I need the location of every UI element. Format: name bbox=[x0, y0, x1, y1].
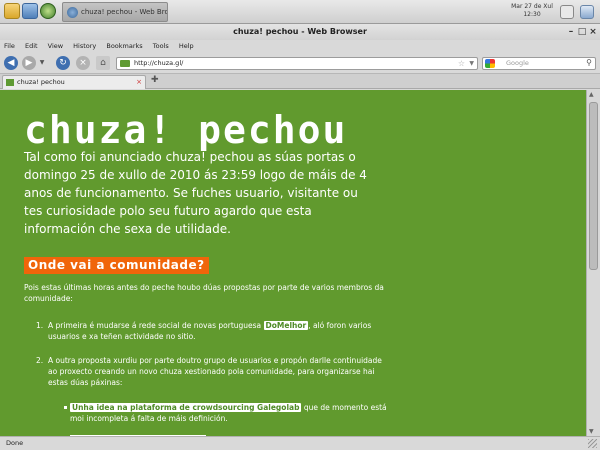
list-text-before: A primeira é mudarse á rede social de no… bbox=[48, 321, 264, 330]
taskbar-browser-task[interactable]: chuza! pechou - Web Bro... bbox=[62, 2, 168, 22]
url-dropdown-icon[interactable]: ▼ bbox=[469, 58, 474, 69]
tray-network-icon[interactable] bbox=[580, 5, 594, 19]
scroll-down-icon[interactable]: ▼ bbox=[589, 428, 594, 435]
forward-button[interactable]: ▶ bbox=[22, 56, 36, 70]
scrollbar-thumb[interactable] bbox=[589, 102, 598, 270]
search-bar[interactable]: Google ⚲ bbox=[482, 57, 596, 70]
page-lead: Tal como foi anunciado chuza! pechou as … bbox=[24, 150, 367, 236]
menu-edit[interactable]: Edit bbox=[25, 40, 38, 52]
section-heading: Onde vai a comunidade? bbox=[24, 257, 209, 274]
web-browser-icon[interactable] bbox=[40, 3, 56, 19]
menu-bar: File Edit View History Bookmarks Tools H… bbox=[0, 40, 600, 52]
list-item: 1. A primeira é mudarse á rede social de… bbox=[36, 320, 386, 342]
search-icon[interactable]: ⚲ bbox=[586, 57, 592, 68]
window-title: chuza! pechou - Web Browser bbox=[233, 27, 367, 36]
menu-bookmarks[interactable]: Bookmarks bbox=[106, 40, 142, 52]
galegolab-link[interactable]: Unha idea na plataforma de crowdsourcing… bbox=[70, 403, 302, 412]
file-manager-icon[interactable] bbox=[22, 3, 38, 19]
list-number: 2. bbox=[36, 356, 44, 365]
close-icon[interactable]: × bbox=[588, 27, 598, 37]
tab-favicon bbox=[6, 79, 14, 86]
bullet bbox=[64, 406, 67, 409]
status-text: Done bbox=[6, 439, 24, 447]
menu-tools[interactable]: Tools bbox=[153, 40, 169, 52]
home-button[interactable]: ⌂ bbox=[96, 56, 110, 70]
site-favicon bbox=[120, 60, 130, 67]
menu-file[interactable]: File bbox=[4, 40, 15, 52]
window-titlebar[interactable]: chuza! pechou - Web Browser – □ × bbox=[0, 24, 600, 40]
search-engine-icon[interactable] bbox=[485, 59, 495, 68]
url-bar[interactable]: http://chuza.gl/ ☆ ▼ bbox=[116, 57, 478, 70]
tab-label: chuza! pechou bbox=[17, 78, 65, 86]
sublist-item: Unha idea na plataforma de crowdsourcing… bbox=[64, 402, 400, 424]
stop-button[interactable]: × bbox=[76, 56, 90, 70]
new-tab-icon[interactable]: ✚ bbox=[151, 75, 159, 85]
scroll-up-icon[interactable]: ▲ bbox=[589, 91, 594, 98]
list-item: 2. A outra proposta xurdiu por parte dou… bbox=[36, 355, 386, 388]
bookmark-star-icon[interactable]: ☆ bbox=[458, 58, 465, 69]
taskbar: chuza! pechou - Web Bro... Mar 27 de Xul… bbox=[0, 0, 600, 24]
intro-paragraph: Pois estas últimas horas antes do peche … bbox=[24, 283, 384, 303]
search-placeholder: Google bbox=[506, 59, 529, 67]
page-title: chuza! pechou bbox=[24, 108, 348, 152]
navigation-toolbar: ◀ ▶ ▼ ↻ × ⌂ http://chuza.gl/ ☆ ▼ Google … bbox=[0, 52, 600, 74]
list-item-text: A outra proposta xurdiu por parte doutro… bbox=[48, 356, 382, 387]
list-item-text: A primeira é mudarse á rede social de no… bbox=[48, 320, 386, 342]
clock-date: Mar 27 de Xul bbox=[511, 3, 553, 10]
resize-grip-icon[interactable] bbox=[588, 439, 597, 448]
browser-task-icon bbox=[67, 7, 78, 18]
list-number: 1. bbox=[36, 321, 44, 330]
page-content: chuza! pechou Tal como foi anunciado chu… bbox=[0, 90, 586, 436]
clock-time: 12:30 bbox=[523, 11, 541, 18]
back-button[interactable]: ◀ bbox=[4, 56, 18, 70]
tab-close-icon[interactable]: × bbox=[136, 76, 142, 89]
url-text: http://chuza.gl/ bbox=[134, 59, 184, 67]
tab-chuza[interactable]: chuza! pechou × bbox=[2, 75, 146, 89]
history-dropdown-icon[interactable]: ▼ bbox=[38, 56, 46, 70]
reload-button[interactable]: ↻ bbox=[56, 56, 70, 70]
status-bar: Done bbox=[0, 436, 600, 450]
vertical-scrollbar[interactable]: ▲ ▼ bbox=[586, 90, 600, 436]
menu-view[interactable]: View bbox=[48, 40, 63, 52]
minimize-icon[interactable]: – bbox=[566, 27, 576, 37]
menu-history[interactable]: History bbox=[73, 40, 96, 52]
tab-bar: chuza! pechou × ✚ bbox=[0, 74, 600, 89]
menu-help[interactable]: Help bbox=[179, 40, 194, 52]
maximize-icon[interactable]: □ bbox=[577, 27, 587, 37]
home-folder-icon[interactable] bbox=[4, 3, 20, 19]
clock[interactable]: Mar 27 de Xul 12:30 bbox=[504, 3, 560, 19]
domelhor-link[interactable]: DoMelhor bbox=[263, 321, 309, 330]
taskbar-task-label: chuza! pechou - Web Bro... bbox=[81, 8, 168, 16]
tray-update-icon[interactable] bbox=[560, 5, 574, 19]
